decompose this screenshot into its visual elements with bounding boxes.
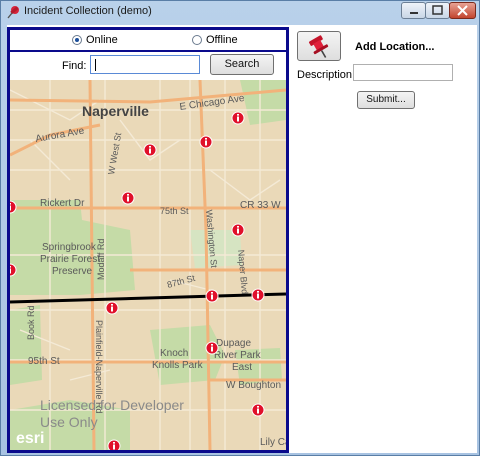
- info-marker-icon[interactable]: [143, 143, 157, 157]
- pushpin-icon: [308, 35, 329, 58]
- minimize-button[interactable]: [401, 2, 426, 19]
- info-marker-icon[interactable]: [199, 135, 213, 149]
- map-label-springbrook: Springbrook: [42, 242, 97, 253]
- radio-selected-icon: [72, 35, 82, 45]
- svg-text:Licensed for Developer: Licensed for Developer: [40, 397, 184, 413]
- info-marker-icon[interactable]: [251, 403, 265, 417]
- app-window: Incident Collection (demo) Online Offlin…: [0, 0, 480, 456]
- esri-logo: esri: [16, 430, 44, 447]
- map-label-knolls-park: Knolls Park: [152, 360, 204, 371]
- search-button[interactable]: Search: [210, 54, 274, 75]
- maximize-icon: [432, 5, 443, 15]
- map-label-naperville: Naperville: [82, 103, 149, 119]
- map-label-boughton: W Boughton: [226, 380, 281, 391]
- online-radio[interactable]: Online: [72, 34, 118, 46]
- offline-label: Offline: [206, 34, 238, 46]
- info-marker-icon[interactable]: [205, 289, 219, 303]
- minimize-icon: [410, 12, 418, 14]
- map-label-river-park: River Park: [214, 350, 262, 361]
- map-view[interactable]: Naperville E Chicago Ave Aurora Ave W We…: [10, 80, 286, 450]
- map-label-dupage: Dupage: [216, 338, 251, 349]
- find-bar: Find: Search: [10, 52, 286, 80]
- online-label: Online: [86, 34, 118, 46]
- text-caret: [95, 59, 96, 71]
- map-label-east: East: [232, 362, 252, 373]
- info-marker-icon[interactable]: [107, 439, 121, 450]
- map-label-knoch: Knoch: [160, 348, 188, 359]
- map-label-preserve: Preserve: [52, 266, 92, 277]
- info-marker-icon[interactable]: [231, 223, 245, 237]
- description-label: Description:: [297, 69, 356, 81]
- map-label-75th-st: 75th St: [160, 206, 189, 216]
- info-marker-icon[interactable]: [251, 288, 265, 302]
- info-marker-icon[interactable]: [105, 301, 119, 315]
- title-bar: Incident Collection (demo): [1, 1, 479, 23]
- map-label-lily-ca: Lily Ca: [260, 437, 286, 448]
- map-label-rickert-dr: Rickert Dr: [40, 198, 85, 209]
- pushpin-icon: [7, 6, 19, 19]
- close-button[interactable]: [449, 2, 476, 19]
- info-marker-icon[interactable]: [231, 111, 245, 125]
- map-label-book-rd: Book Rd: [26, 305, 36, 340]
- find-label: Find:: [62, 60, 87, 72]
- map-canvas[interactable]: Naperville E Chicago Ave Aurora Ave W We…: [10, 80, 286, 450]
- map-label-95th-st: 95th St: [28, 356, 60, 367]
- map-label-prairie-forest: Prairie Forest: [40, 254, 100, 265]
- info-marker-icon[interactable]: [205, 341, 219, 355]
- svg-text:Use Only: Use Only: [40, 414, 98, 430]
- add-location-button[interactable]: [297, 31, 341, 61]
- map-label-modaff-rd: Modaff Rd: [96, 239, 106, 280]
- add-location-panel: Add Location... Description: Submit...: [295, 29, 475, 453]
- find-input[interactable]: [90, 55, 200, 74]
- close-icon: [457, 5, 468, 16]
- map-label-cr33w: CR 33 W: [240, 200, 281, 211]
- offline-radio[interactable]: Offline: [192, 34, 238, 46]
- window-title: Incident Collection (demo): [24, 5, 152, 17]
- description-input[interactable]: [353, 64, 453, 81]
- info-marker-icon[interactable]: [121, 191, 135, 205]
- mode-selector: Online Offline: [10, 30, 286, 52]
- radio-unselected-icon: [192, 35, 202, 45]
- map-panel: Online Offline Find: Search Naperville E…: [7, 27, 289, 453]
- submit-button[interactable]: Submit...: [357, 91, 415, 109]
- maximize-button[interactable]: [425, 2, 450, 19]
- add-location-label: Add Location...: [355, 41, 435, 53]
